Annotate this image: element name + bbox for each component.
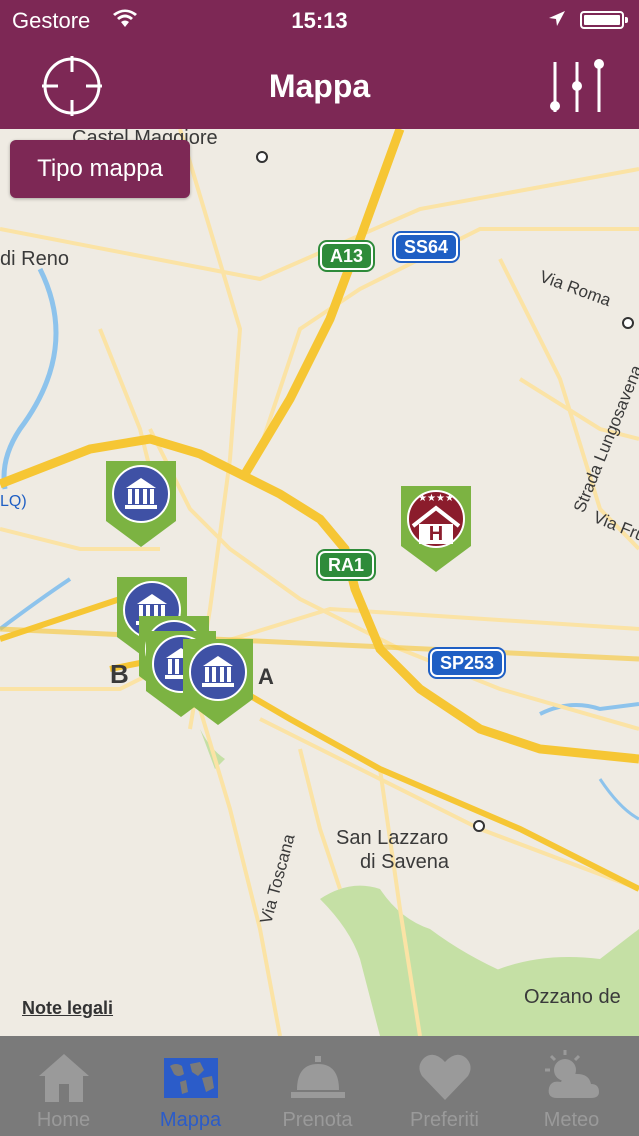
map-view[interactable]: Castel Maggiore di Reno Via Roma Strada … xyxy=(0,129,639,1036)
map-label-di-savena: di Savena xyxy=(360,851,449,873)
battery-icon xyxy=(580,11,628,29)
clock: 15:13 xyxy=(291,8,348,33)
museum-pin[interactable] xyxy=(106,461,176,547)
road-shield-ra1: RA1 xyxy=(318,551,375,579)
tab-preferiti-label: Preferiti xyxy=(410,1109,479,1131)
hotel-pin[interactable]: ★★★★ H xyxy=(401,486,471,572)
tab-home[interactable]: Home xyxy=(0,1036,127,1136)
world-map-icon xyxy=(164,1058,218,1098)
tab-bar: Home Mappa Prenota Preferiti Meteo xyxy=(0,1036,639,1136)
museum-pin[interactable] xyxy=(183,639,253,725)
hotel-letter: H xyxy=(428,523,444,545)
hotel-stars: ★★★★ xyxy=(418,493,454,504)
tab-prenota-label: Prenota xyxy=(282,1109,353,1131)
map-label-bologna-a: A xyxy=(258,664,274,689)
tab-home-label: Home xyxy=(36,1109,91,1131)
page-title: Mappa xyxy=(268,68,371,104)
tab-preferiti[interactable]: Preferiti xyxy=(381,1036,508,1136)
road-shield-sp253: SP253 xyxy=(430,649,505,677)
sun-cloud-icon xyxy=(545,1050,599,1098)
road-shield-a13: A13 xyxy=(320,242,374,270)
service-bell-icon xyxy=(291,1056,345,1098)
map-label-lq: LQ) xyxy=(0,493,27,510)
status-bar: Gestore 15:13 xyxy=(0,0,639,42)
tab-prenota[interactable]: Prenota xyxy=(254,1036,381,1136)
location-arrow-icon xyxy=(549,11,565,26)
filter-sliders-icon[interactable] xyxy=(545,54,609,118)
road-shield-ss64: SS64 xyxy=(394,233,459,261)
house-icon xyxy=(39,1054,89,1102)
map-label-di-reno: di Reno xyxy=(0,248,69,270)
map-label-bologna-b: B xyxy=(110,659,129,689)
heart-icon xyxy=(419,1054,471,1100)
tab-mappa-label: Mappa xyxy=(159,1109,222,1131)
map-label-ozzano: Ozzano de xyxy=(524,986,621,1008)
legal-link[interactable]: Note legali xyxy=(22,998,113,1019)
tab-meteo-label: Meteo xyxy=(543,1109,600,1131)
nav-bar: Mappa xyxy=(0,42,639,129)
tab-meteo[interactable]: Meteo xyxy=(508,1036,635,1136)
map-label-san-lazzaro: San Lazzaro xyxy=(336,827,449,849)
map-type-button[interactable]: Tipo mappa xyxy=(10,140,190,198)
tab-mappa[interactable]: Mappa xyxy=(127,1036,254,1136)
